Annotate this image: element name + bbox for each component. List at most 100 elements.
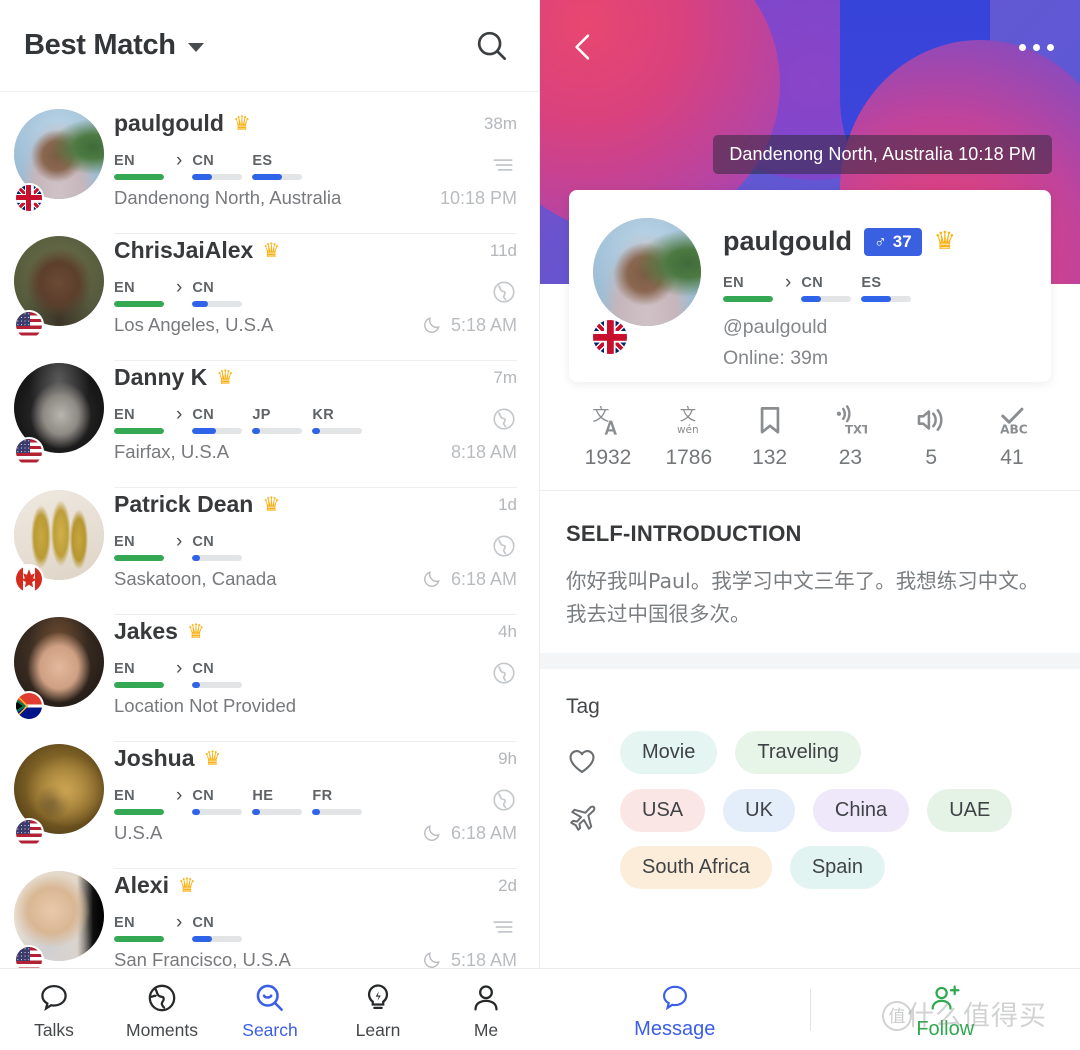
tab-me[interactable]: Me (444, 978, 528, 1041)
tag-pill[interactable]: Traveling (735, 731, 861, 775)
list-lines-icon-wrap[interactable] (489, 152, 517, 183)
native-language: EN (114, 788, 164, 815)
match-local-time: 6:18 AM (450, 568, 517, 589)
profile-avatar-wrap[interactable] (591, 212, 701, 358)
chevron-right-icon: › (176, 404, 183, 425)
tag-pill[interactable]: UAE (927, 789, 1013, 833)
avatar-wrap[interactable] (14, 487, 114, 600)
match-list-item[interactable]: Jakes ♛ 4h EN › CN Location Not Provided (0, 600, 539, 727)
match-list: paulgould ♛ 38m EN › CN ES Dandenong Nor… (0, 92, 539, 1050)
proficiency-bar (723, 296, 773, 302)
tag-group: Movie Traveling (540, 719, 1080, 777)
match-language-bars: EN › CN (114, 908, 517, 942)
flag-icon-uk (14, 183, 44, 213)
tag-pill[interactable]: China (812, 789, 910, 833)
sort-dropdown[interactable]: Best Match (24, 29, 204, 62)
svg-text:文: 文 (592, 406, 609, 426)
list-lines-icon-wrap[interactable] (489, 914, 517, 945)
follow-button[interactable]: Follow 值 什么值得买 (811, 979, 1080, 1041)
avatar-wrap[interactable] (14, 106, 114, 219)
tag-pill[interactable]: Spain (789, 846, 885, 890)
message-button[interactable]: Message (540, 979, 810, 1041)
message-button-label: Message (634, 1017, 716, 1040)
airplane-icon-wrap (566, 789, 602, 835)
profile-username: paulgould (723, 226, 852, 256)
profile-card-body: paulgould ♂ 37 ♛ EN › CN ES @paulgould O… (723, 212, 1027, 369)
crown-icon: ♛ (933, 227, 957, 255)
flag-icon-canada (14, 564, 44, 594)
stat-bookmark[interactable]: 132 (738, 400, 802, 470)
match-item-top: Alexi ♛ 2d (114, 872, 517, 899)
svg-text:文: 文 (680, 405, 696, 424)
match-location-line: Location Not Provided (114, 695, 517, 717)
match-list-item[interactable]: Danny K ♛ 7m EN › CN JP KR Fairfax, U.S.… (0, 346, 539, 473)
crown-icon: ♛ (232, 112, 251, 135)
tab-talks[interactable]: Talks (12, 978, 96, 1041)
avatar-wrap[interactable] (14, 868, 114, 981)
self-introduction-text: 你好我叫Paul。我学习中文三年了。我想练习中文。我去过中国很多次。 (566, 569, 1040, 627)
tab-label: Learn (355, 1020, 401, 1040)
stat-spellcheck[interactable]: ABC 41 (980, 400, 1044, 470)
proficiency-bar (192, 936, 243, 942)
match-language-bars: EN › CN HE FR (114, 781, 517, 815)
match-last-active: 1d (498, 495, 517, 514)
tab-learn[interactable]: Learn (336, 978, 420, 1041)
match-location-line: Fairfax, U.S.A 8:18 AM (114, 441, 517, 463)
avatar-wrap[interactable] (14, 741, 114, 854)
match-local-time: 6:18 AM (450, 822, 517, 843)
stat-translate[interactable]: 文 1932 (576, 400, 640, 470)
stat-pinyin[interactable]: 文 wén 1786 (657, 400, 721, 470)
globe-icon-wrap[interactable] (491, 787, 517, 818)
bottom-tab-bar: Talks Moments Search Learn Me (0, 968, 540, 1050)
proficiency-bar (192, 682, 243, 688)
search-button[interactable] (469, 23, 515, 69)
bookmark-icon (760, 407, 779, 434)
globe-icon-wrap[interactable] (491, 279, 517, 310)
tag-pill[interactable]: South Africa (620, 846, 772, 890)
avatar-wrap[interactable] (14, 233, 114, 346)
match-item-top: Patrick Dean ♛ 1d (114, 491, 517, 518)
stat-speaker[interactable]: 5 (899, 400, 963, 470)
self-introduction-title: SELF-INTRODUCTION (566, 521, 802, 546)
globe-icon-wrap[interactable] (491, 533, 517, 564)
learning-language: CN (192, 788, 243, 815)
match-list-item[interactable]: paulgould ♛ 38m EN › CN ES Dandenong Nor… (0, 92, 539, 219)
learning-language: FR (312, 788, 363, 815)
tag-pill[interactable]: Movie (620, 731, 718, 775)
match-list-item[interactable]: Patrick Dean ♛ 1d EN › CN Saskatoon, Can… (0, 473, 539, 600)
tag-pill[interactable]: USA (620, 789, 706, 833)
profile-handle: @paulgould (723, 316, 828, 338)
spellcheck-icon-wrap: ABC (980, 400, 1044, 440)
language-code: EN (114, 661, 135, 677)
proficiency-bar (192, 301, 243, 307)
proficiency-bar (192, 555, 243, 561)
stat-voice-to-text[interactable]: TXT 23 (818, 400, 882, 470)
match-list-item[interactable]: Alexi ♛ 2d EN › CN San Francisco, U.S.A … (0, 854, 539, 981)
back-button[interactable] (566, 30, 600, 64)
avatar-wrap[interactable] (14, 360, 114, 473)
language-code: CN (192, 407, 215, 423)
learning-language: JP (252, 407, 303, 434)
speech-bubble-icon (41, 984, 67, 1011)
learning-language: CN (192, 280, 243, 307)
language-code: EN (114, 788, 135, 804)
match-list-item[interactable]: Joshua ♛ 9h EN › CN HE FR U.S.A 6:18 AM (0, 727, 539, 854)
language-code: EN (114, 407, 135, 423)
avatar-wrap[interactable] (14, 614, 114, 727)
globe-icon-wrap[interactable] (491, 660, 517, 691)
moon-icon (424, 952, 440, 968)
more-options-button[interactable] (1019, 43, 1054, 51)
match-list-item[interactable]: ChrisJaiAlex ♛ 11d EN › CN Los Angeles, … (0, 219, 539, 346)
section-separator (540, 653, 1080, 670)
flag-icon-usa (14, 310, 44, 340)
stat-value: 41 (1000, 446, 1024, 469)
globe-icon-wrap[interactable] (491, 406, 517, 437)
match-name-line: Alexi ♛ (114, 872, 196, 899)
tag-pill[interactable]: UK (723, 789, 795, 833)
match-username: Alexi (114, 872, 169, 898)
tab-search[interactable]: Search (228, 978, 312, 1041)
tab-moments[interactable]: Moments (120, 978, 204, 1041)
globe-icon (493, 281, 515, 303)
person-icon (474, 985, 498, 1011)
list-lines-icon (493, 159, 513, 171)
